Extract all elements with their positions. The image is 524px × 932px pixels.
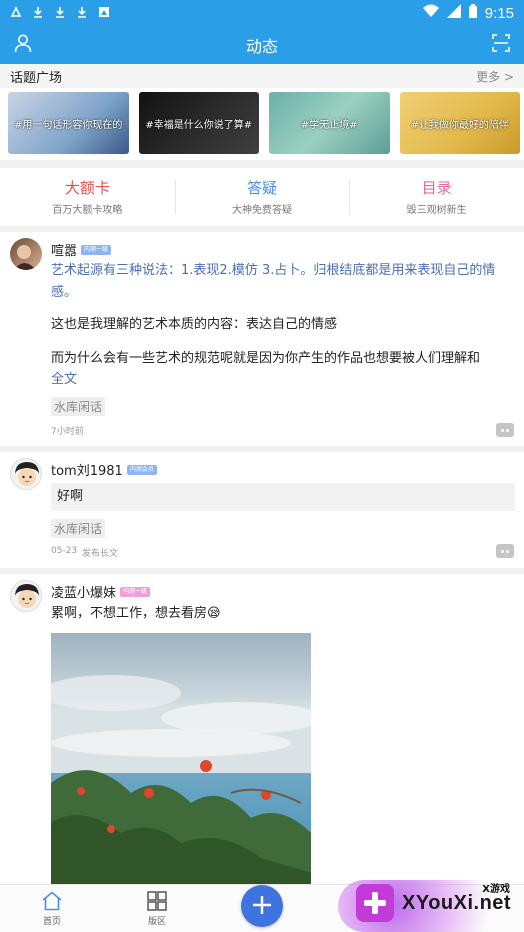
grid-icon — [146, 891, 168, 914]
quick-link-big-card[interactable]: 大额卡 百万大额卡攻略 — [0, 168, 175, 224]
post-paragraph: 这也是我理解的艺术本质的内容：表达自己的情感 — [51, 317, 338, 332]
post-paragraph: 而为什么会有一些艺术的规范呢就是因为你产生的作品也想要被人们理解和 — [51, 351, 481, 366]
username[interactable]: 凌蓝小爆妹 — [51, 582, 116, 601]
avatar[interactable] — [10, 238, 42, 270]
quick-link-qa[interactable]: 答疑 大神免费答疑 — [174, 168, 350, 224]
page-title: 动态 — [245, 37, 278, 56]
watermark-site-text: XYouXi.net — [402, 892, 512, 914]
post-action: 发布长文 — [82, 549, 119, 559]
topic-card[interactable]: #用一句话形容你现在的 — [8, 92, 129, 154]
topic-card[interactable]: #幸福是什么你说了算# — [138, 92, 259, 154]
nav-board-label: 版区 — [147, 917, 166, 927]
battery-icon — [468, 4, 477, 22]
quoted-text: 好啊 — [51, 483, 515, 511]
app-bar: 动态 — [0, 26, 524, 64]
quick-link-title: 大额卡 — [64, 178, 110, 197]
post-author[interactable]: 凌蓝小爆妹 内测一级 — [51, 582, 151, 601]
topic-card[interactable]: #让我做你最好的陪伴 — [399, 92, 520, 154]
add-post-button[interactable] — [241, 885, 283, 927]
quick-links: 大额卡 百万大额卡攻略 答疑 大神免费答疑 目录 毁三观树新生 — [0, 168, 524, 224]
home-icon — [41, 891, 63, 914]
post-highlight-text: 艺术起源有三种说法：1.表现2.模仿 3.占卜。归根结底都是用来表现自己的情感。 — [51, 263, 496, 300]
nav-board[interactable]: 版区 — [132, 891, 182, 927]
topic-card[interactable]: #学无止境# — [269, 92, 390, 154]
post-tag[interactable]: 水库闲话 — [51, 397, 106, 416]
avatar[interactable] — [10, 458, 42, 490]
post-time: 7小时前 — [51, 427, 84, 437]
post-date: 05-23 — [51, 546, 78, 556]
username[interactable]: tom刘1981 — [51, 460, 123, 479]
app-notification-icon — [10, 5, 22, 21]
quick-link-subtitle: 大神免费答疑 — [232, 204, 292, 216]
comment-icon[interactable] — [496, 423, 514, 437]
status-bar: 9:15 — [0, 0, 524, 26]
topic-card-label: #让我做你最好的陪伴 — [410, 119, 509, 131]
download-icon — [54, 6, 66, 21]
wifi-icon — [422, 4, 439, 22]
download-icon — [76, 6, 88, 21]
user-icon — [13, 33, 33, 57]
scan-icon — [491, 33, 511, 57]
nav-home-label: 首页 — [42, 917, 61, 927]
topic-card-label: #幸福是什么你说了算# — [145, 119, 253, 131]
full-text-link[interactable]: 全文 — [51, 369, 511, 391]
nav-home[interactable]: 首页 — [27, 891, 77, 927]
gamepad-icon — [356, 884, 394, 922]
scan-button[interactable] — [488, 32, 514, 58]
level-badge: 内测一级 — [120, 586, 151, 597]
post-author[interactable]: 喧嚣 内测一级 — [51, 240, 112, 259]
level-badge: 内测会员 — [126, 464, 157, 475]
feed-post[interactable]: tom刘1981 内测会员 好啊 水库闲话 05-23 发布长文 — [0, 452, 524, 568]
post-image[interactable] — [51, 633, 311, 893]
feed-post[interactable]: 喧嚣 内测一级 艺术起源有三种说法：1.表现2.模仿 3.占卜。归根结底都是用来… — [0, 232, 524, 444]
signal-icon — [446, 4, 461, 22]
plus-icon — [251, 889, 273, 924]
avatar[interactable] — [10, 580, 42, 612]
topic-card-label: #学无止境# — [300, 119, 358, 131]
watermark-logo: X游戏 XYouXi.net — [338, 876, 524, 932]
post-text: 累啊，不想工作，想去看房😪 — [51, 606, 221, 621]
username[interactable]: 喧嚣 — [51, 240, 77, 259]
quick-link-title: 目录 — [421, 178, 452, 197]
quick-link-catalog[interactable]: 目录 毁三观树新生 — [349, 168, 524, 224]
section-divider — [0, 160, 524, 168]
profile-button[interactable] — [10, 32, 36, 58]
status-time: 9:15 — [484, 4, 514, 22]
topic-square-header: 话题广场 更多 > — [0, 64, 524, 88]
quick-link-subtitle: 百万大额卡攻略 — [52, 204, 123, 216]
post-author[interactable]: tom刘1981 内测会员 — [51, 460, 157, 479]
topic-card-label: #用一句话形容你现在的 — [14, 119, 123, 131]
more-topics-link[interactable]: 更多 > — [476, 68, 514, 85]
image-icon — [98, 6, 110, 21]
quick-link-title: 答疑 — [247, 178, 278, 197]
download-icon — [32, 6, 44, 21]
level-badge: 内测一级 — [81, 244, 112, 255]
comment-icon[interactable] — [496, 544, 514, 558]
post-tag[interactable]: 水库闲话 — [51, 519, 106, 538]
quick-link-subtitle: 毁三观树新生 — [406, 204, 467, 216]
topic-card-list: #用一句话形容你现在的 #幸福是什么你说了算# #学无止境# #让我做你最好的陪… — [8, 92, 520, 156]
topic-square-title: 话题广场 — [10, 70, 63, 86]
